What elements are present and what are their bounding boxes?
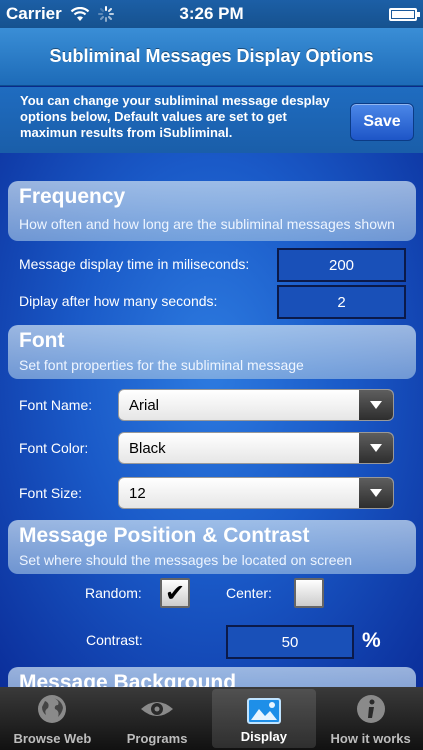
font-section-header: Font Set font properties for the sublimi… [8, 325, 416, 379]
display-after-label: Diplay after how many seconds: [19, 293, 218, 309]
center-label: Center: [226, 585, 272, 601]
save-button[interactable]: Save [350, 103, 414, 141]
frequency-section-header: Frequency How often and how long are the… [8, 181, 416, 241]
wifi-icon [70, 6, 90, 21]
background-title: Message Background [19, 671, 237, 687]
page-title: Subliminal Messages Display Options [49, 46, 374, 66]
options-scroll-view[interactable]: Frequency How often and how long are the… [0, 153, 423, 687]
contrast-field[interactable]: 50 [226, 625, 354, 659]
frequency-title: Frequency [19, 185, 126, 208]
tab-display[interactable]: Display [211, 689, 317, 748]
contrast-label: Contrast: [86, 632, 143, 648]
carrier-label: Carrier [6, 4, 62, 23]
position-subtitle: Set where should the messages be located… [19, 552, 353, 568]
display-time-label: Message display time in miliseconds: [19, 256, 250, 272]
random-label: Random: [85, 585, 142, 601]
status-bar: Carrier 3:26 PM [0, 0, 423, 28]
font-size-select[interactable]: 12 [118, 477, 394, 509]
center-checkbox[interactable] [294, 578, 324, 608]
background-section-header: Message Background [8, 667, 416, 687]
tab-programs[interactable]: Programs [105, 687, 210, 750]
tab-label: Browse Web [13, 731, 92, 746]
tab-label: How it works [330, 731, 411, 746]
font-color-value: Black [129, 439, 166, 457]
tab-browse-web[interactable]: Browse Web [0, 687, 105, 750]
info-icon [356, 695, 385, 723]
tab-how-it-works[interactable]: How it works [318, 687, 423, 750]
tab-bar: Browse Web Programs Display How it works [0, 687, 423, 750]
font-name-value: Arial [129, 396, 160, 414]
font-size-value: 12 [129, 484, 146, 502]
frequency-subtitle: How often and how long are the sublimina… [19, 216, 395, 232]
status-right [277, 7, 420, 21]
tab-label: Programs [126, 731, 188, 746]
font-size-label: Font Size: [19, 485, 83, 501]
tab-label: Display [240, 729, 287, 744]
status-left: Carrier [6, 4, 146, 24]
font-subtitle: Set font properties for the subliminal m… [19, 357, 304, 373]
activity-spinner-icon [97, 6, 114, 22]
percent-sign: % [362, 629, 381, 652]
random-checkbox[interactable]: ✔ [160, 578, 190, 608]
globe-icon [38, 695, 67, 723]
info-panel: You can change your subliminal message d… [0, 87, 423, 153]
navigation-bar: Subliminal Messages Display Options [0, 28, 423, 86]
display-time-field[interactable]: 200 [277, 248, 406, 282]
position-section-header: Message Position & Contrast Set where sh… [8, 520, 416, 574]
display-after-field[interactable]: 2 [277, 285, 406, 319]
font-color-select[interactable]: Black [118, 432, 394, 464]
chevron-down-icon [359, 433, 393, 463]
battery-icon [389, 7, 420, 21]
eye-icon [141, 702, 174, 716]
font-name-select[interactable]: Arial [118, 389, 394, 421]
chevron-down-icon [359, 478, 393, 508]
font-color-label: Font Color: [19, 440, 89, 456]
chevron-down-icon [359, 390, 393, 420]
info-text: You can change your subliminal message d… [20, 93, 330, 140]
status-time: 3:26 PM [179, 4, 244, 23]
font-title: Font [19, 329, 65, 352]
picture-icon [246, 698, 281, 724]
position-title: Message Position & Contrast [19, 524, 310, 547]
font-name-label: Font Name: [19, 397, 93, 413]
